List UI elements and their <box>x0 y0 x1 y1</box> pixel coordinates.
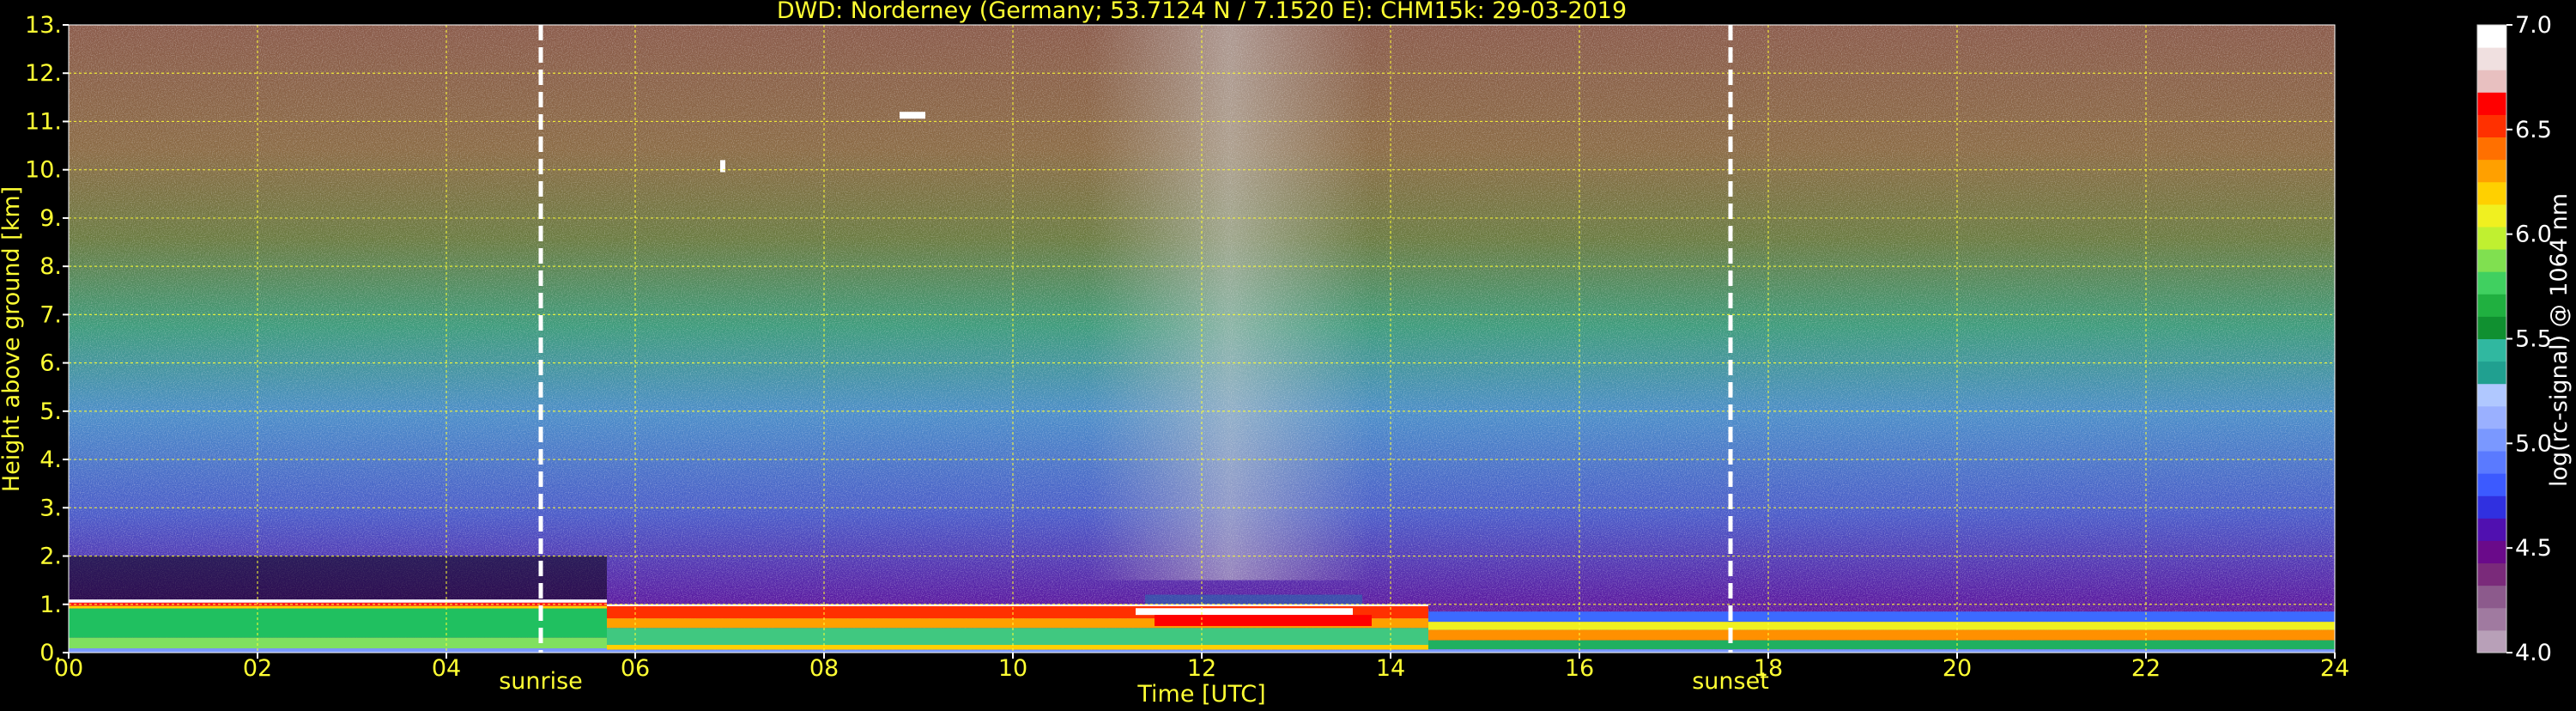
marker-label: sunrise <box>499 668 583 695</box>
colorbar-swatch <box>2477 495 2506 519</box>
colorbar-swatch <box>2477 181 2506 205</box>
colorbar-swatch <box>2477 405 2506 429</box>
y-tick-label: 0. <box>39 640 62 666</box>
colorbar-swatch <box>2477 473 2506 496</box>
y-tick-label: 1. <box>39 592 62 618</box>
y-tick-label: 3. <box>39 495 62 521</box>
colorbar-swatch <box>2477 47 2506 70</box>
boundary-layer-band <box>607 649 1428 653</box>
colorbar-swatch <box>2477 316 2506 339</box>
colorbar-swatch <box>2477 540 2506 564</box>
boundary-layer-band <box>69 648 607 653</box>
x-axis-label: Time [UTC] <box>1136 681 1265 708</box>
colorbar-swatch <box>2477 92 2506 115</box>
colorbar-swatch <box>2477 338 2506 362</box>
boundary-layer-band <box>69 608 607 638</box>
y-tick-label: 12. <box>25 60 62 87</box>
colorbar-tick-label: 7.0 <box>2515 12 2552 39</box>
x-tick-label: 12 <box>1187 655 1216 682</box>
x-tick-label: 04 <box>432 655 461 682</box>
boundary-layer-band <box>1428 640 2335 650</box>
colorbar-swatch <box>2477 114 2506 138</box>
colorbar-swatch <box>2477 70 2506 93</box>
chart-title: DWD: Norderney (Germany; 53.7124 N / 7.1… <box>777 0 1627 24</box>
colorbar-swatch <box>2477 585 2506 609</box>
colorbar-swatch <box>2477 428 2506 452</box>
boundary-layer-band <box>69 637 607 649</box>
colorbar-swatch <box>2477 383 2506 407</box>
boundary-layer-band <box>1428 622 2335 630</box>
x-tick-label: 06 <box>621 655 650 682</box>
y-tick-label: 11. <box>25 108 62 135</box>
aerosol-core <box>1155 615 1372 627</box>
x-tick-label: 10 <box>998 655 1027 682</box>
x-tick-label: 08 <box>809 655 839 682</box>
colorbar-swatch <box>2477 204 2506 228</box>
boundary-layer-band <box>1428 649 2335 653</box>
colorbar-label: log(rc-signal) @ 1064 nm <box>2546 193 2573 487</box>
colorbar-tick-label: 6.5 <box>2515 117 2552 143</box>
x-tick-label: 20 <box>1943 655 1972 682</box>
y-tick-label: 6. <box>39 350 62 377</box>
boundary-layer-band <box>607 645 1428 650</box>
night-low-signal <box>69 556 607 600</box>
colorbar-swatch <box>2477 451 2506 474</box>
cloud-speck <box>720 160 725 173</box>
x-tick-label: 14 <box>1376 655 1405 682</box>
y-tick-label: 5. <box>39 398 62 425</box>
colorbar-tick-label: 4.5 <box>2515 535 2552 562</box>
x-tick-label: 24 <box>2320 655 2349 682</box>
boundary-layer-band <box>1428 629 2335 641</box>
boundary-layer-band <box>1428 611 2335 623</box>
chart-svg: sunrise sunset00 02 04 06 08 10 12 14 16 18 20 22 240… <box>0 0 2573 708</box>
colorbar-swatch <box>2477 271 2506 295</box>
x-tick-label: 22 <box>2131 655 2161 682</box>
boundary-layer-band <box>607 628 1428 646</box>
y-tick-label: 13. <box>25 12 62 39</box>
cloud-speck <box>900 112 925 119</box>
ceilometer-chart: sunrise sunset 00 02 04 06 08 10 12 14 16 18 20 22 24 0… <box>0 0 2576 708</box>
colorbar-swatch <box>2477 518 2506 541</box>
colorbar-swatch <box>2477 226 2506 250</box>
y-axis-label: Height above ground [km] <box>0 186 25 492</box>
aerosol-cap <box>1136 608 1353 616</box>
colorbar-tick-label: 4.0 <box>2515 640 2552 666</box>
y-tick-label: 7. <box>39 301 62 328</box>
colorbar-swatch <box>2477 25 2506 48</box>
noon-curtain <box>1145 594 1362 605</box>
colorbar-swatch <box>2477 607 2506 631</box>
y-tick-label: 2. <box>39 544 62 570</box>
colorbar-swatch <box>2477 159 2506 183</box>
boundary-layer-band <box>69 599 607 603</box>
colorbar-swatch <box>2477 294 2506 317</box>
y-tick-label: 9. <box>39 205 62 232</box>
x-tick-label: 18 <box>1754 655 1783 682</box>
boundary-layer-band <box>69 605 607 609</box>
colorbar-swatch <box>2477 137 2506 161</box>
colorbar-swatch <box>2477 562 2506 586</box>
colorbar-swatch <box>2477 361 2506 385</box>
y-tick-label: 8. <box>39 253 62 280</box>
y-tick-label: 4. <box>39 447 62 473</box>
y-tick-label: 10. <box>25 157 62 184</box>
colorbar-swatch <box>2477 629 2506 653</box>
x-tick-label: 02 <box>243 655 272 682</box>
colorbar-swatch <box>2477 249 2506 272</box>
x-tick-label: 16 <box>1565 655 1594 682</box>
